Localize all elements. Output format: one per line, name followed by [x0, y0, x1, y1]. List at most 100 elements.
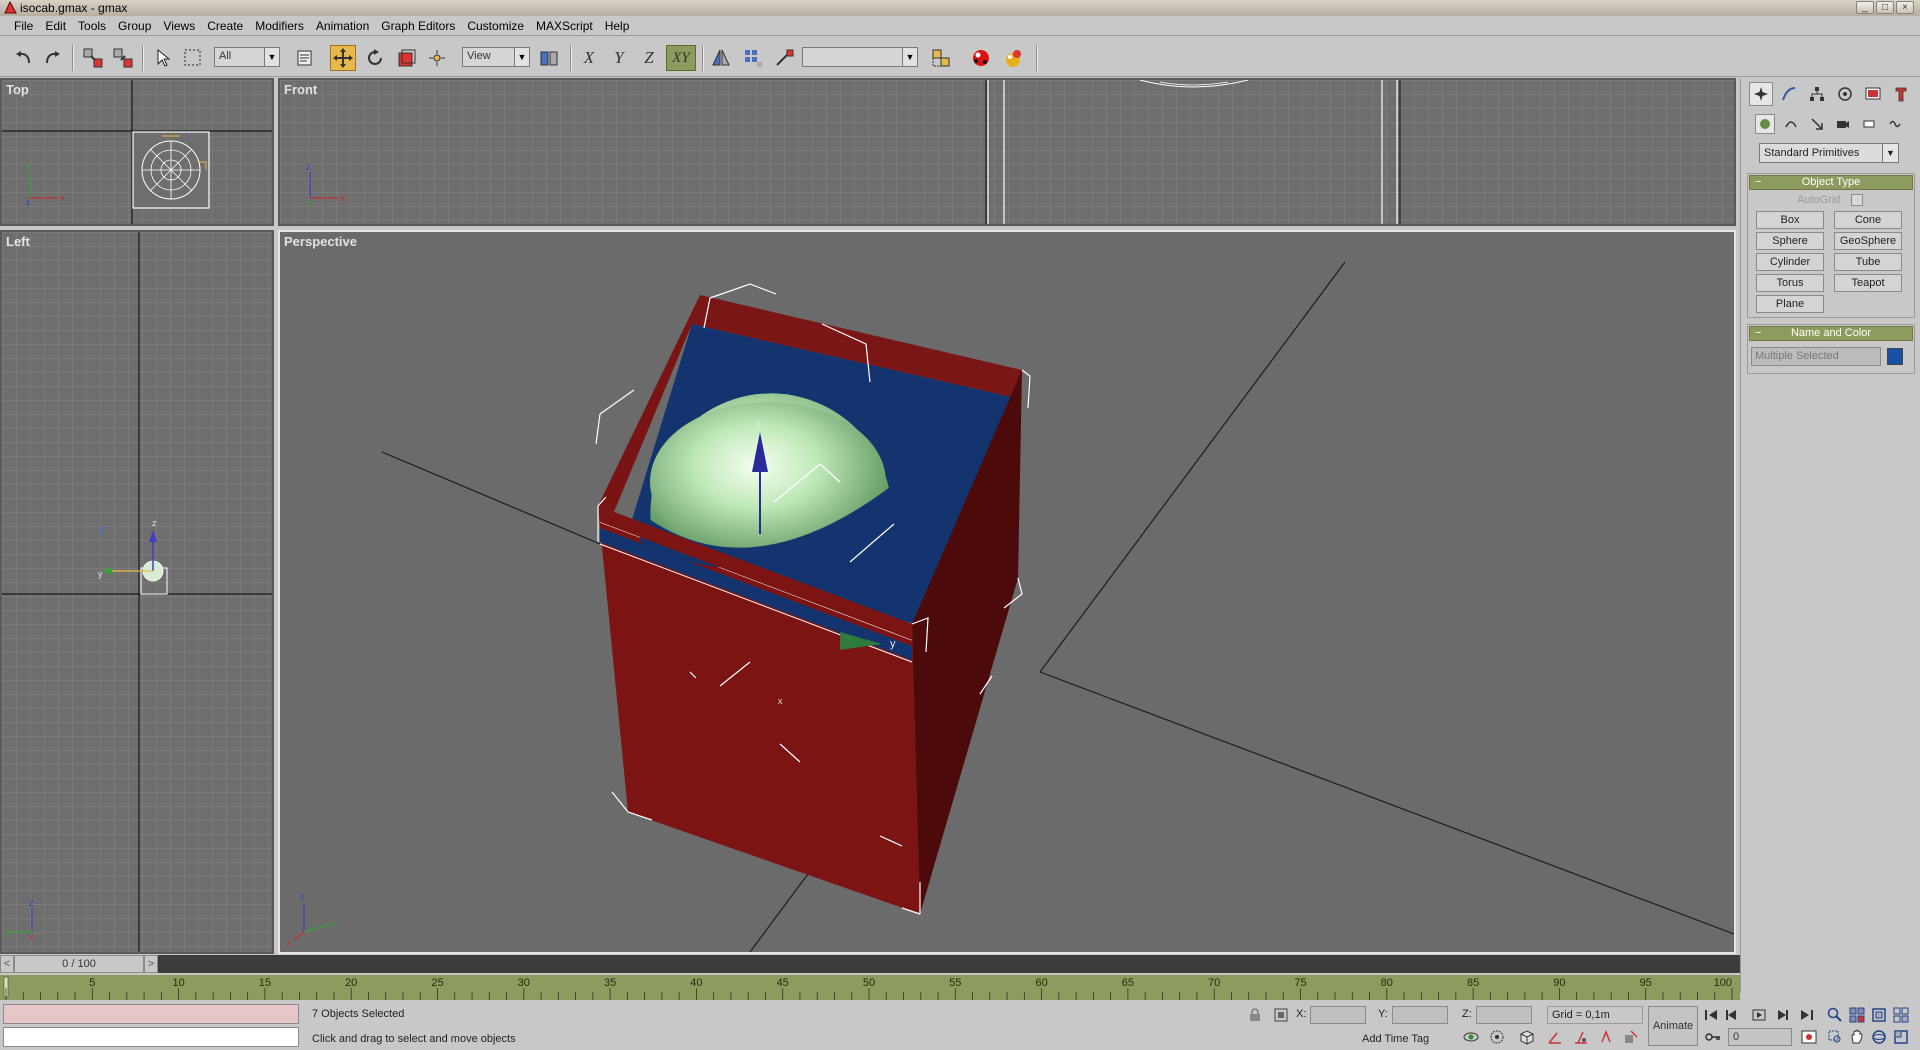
- chevron-left-icon[interactable]: <: [0, 955, 14, 973]
- menu-help[interactable]: Help: [599, 19, 636, 33]
- y-coordinate-field[interactable]: [1392, 1006, 1448, 1024]
- min-max-toggle-icon[interactable]: [1892, 1028, 1910, 1046]
- create-cone-button[interactable]: Cone: [1834, 211, 1902, 229]
- menu-tools[interactable]: Tools: [72, 19, 112, 33]
- create-geosphere-button[interactable]: GeoSphere: [1834, 232, 1902, 250]
- restrict-to-z-button[interactable]: Z: [636, 45, 662, 71]
- region-zoom-icon[interactable]: [1826, 1028, 1844, 1046]
- viewport-top[interactable]: Top y x z: [0, 78, 274, 226]
- close-button[interactable]: ×: [1896, 1, 1914, 14]
- shapes-category-icon[interactable]: [1781, 114, 1801, 134]
- arc-rotate-icon[interactable]: [1870, 1028, 1888, 1046]
- key-mode-icon[interactable]: [1704, 1028, 1722, 1046]
- percent-snap-icon[interactable]: [1572, 1028, 1590, 1046]
- cameras-category-icon[interactable]: [1833, 114, 1853, 134]
- go-to-start-icon[interactable]: [1702, 1006, 1720, 1024]
- lights-category-icon[interactable]: [1807, 114, 1827, 134]
- menu-file[interactable]: File: [8, 19, 39, 33]
- next-frame-icon[interactable]: [1774, 1006, 1792, 1024]
- edit-named-selection-icon[interactable]: [1622, 1028, 1640, 1046]
- menu-modifiers[interactable]: Modifiers: [249, 19, 310, 33]
- unlink-selection-icon[interactable]: [110, 45, 136, 71]
- zoom-all-icon[interactable]: [1848, 1006, 1866, 1024]
- time-slider[interactable]: < 0 / 100 >: [0, 955, 1740, 973]
- helpers-category-icon[interactable]: [1859, 114, 1879, 134]
- reference-coordinate-dropdown[interactable]: View ▼: [462, 47, 530, 67]
- chevron-right-icon[interactable]: >: [144, 955, 158, 973]
- go-to-end-icon[interactable]: [1798, 1006, 1816, 1024]
- quick-render-icon[interactable]: [1000, 45, 1026, 71]
- menu-group[interactable]: Group: [112, 19, 157, 33]
- angle-snap-icon[interactable]: [1546, 1028, 1564, 1046]
- time-slider-thumb[interactable]: 0 / 100: [14, 955, 144, 973]
- viewport-front[interactable]: Front z x y: [278, 78, 1736, 226]
- maxscript-listener-input[interactable]: [3, 1027, 299, 1047]
- create-torus-button[interactable]: Torus: [1756, 274, 1824, 292]
- menu-graph-editors[interactable]: Graph Editors: [375, 19, 461, 33]
- redo-icon[interactable]: [40, 45, 66, 71]
- animate-button[interactable]: Animate: [1648, 1006, 1698, 1046]
- cube-icon[interactable]: [1518, 1028, 1536, 1046]
- restrict-to-x-button[interactable]: X: [576, 45, 602, 71]
- maxscript-listener-output[interactable]: [3, 1004, 299, 1024]
- select-and-link-icon[interactable]: [80, 45, 106, 71]
- create-cylinder-button[interactable]: Cylinder: [1756, 253, 1824, 271]
- select-and-scale-icon[interactable]: [394, 45, 420, 71]
- create-teapot-button[interactable]: Teapot: [1834, 274, 1902, 292]
- hierarchy-panel-tab-icon[interactable]: [1805, 82, 1829, 106]
- transform-center-icon[interactable]: [536, 45, 562, 71]
- menu-create[interactable]: Create: [201, 19, 249, 33]
- minimize-button[interactable]: _: [1856, 1, 1874, 14]
- select-and-move-icon[interactable]: [330, 45, 356, 71]
- object-name-field[interactable]: Multiple Selected: [1751, 347, 1881, 366]
- restrict-to-xy-button[interactable]: XY: [666, 45, 696, 71]
- orbit-icon[interactable]: [1462, 1028, 1480, 1046]
- layers-icon[interactable]: [928, 45, 954, 71]
- menu-edit[interactable]: Edit: [39, 19, 72, 33]
- mirror-icon[interactable]: [708, 45, 734, 71]
- add-time-tag[interactable]: Add Time Tag: [1362, 1033, 1429, 1045]
- pan-hand-icon[interactable]: [1848, 1028, 1866, 1046]
- previous-frame-icon[interactable]: [1722, 1006, 1740, 1024]
- select-by-name-icon[interactable]: [292, 45, 318, 71]
- select-and-rotate-icon[interactable]: [362, 45, 388, 71]
- create-panel-tab-icon[interactable]: [1749, 82, 1773, 106]
- absolute-mode-icon[interactable]: [1272, 1006, 1290, 1024]
- display-panel-tab-icon[interactable]: [1861, 82, 1885, 106]
- object-color-swatch[interactable]: [1887, 348, 1903, 365]
- modify-panel-tab-icon[interactable]: [1777, 82, 1801, 106]
- zoom-icon[interactable]: [1826, 1006, 1844, 1024]
- name-and-color-rollout-header[interactable]: − Name and Color: [1749, 326, 1913, 341]
- menu-customize[interactable]: Customize: [461, 19, 530, 33]
- undo-icon[interactable]: [10, 45, 36, 71]
- space-warps-category-icon[interactable]: [1885, 114, 1905, 134]
- restrict-to-y-button[interactable]: Y: [606, 45, 632, 71]
- autogrid-checkbox[interactable]: [1851, 194, 1863, 206]
- viewport-left[interactable]: Left z y z y x: [0, 230, 274, 954]
- zoom-extents-icon[interactable]: [1870, 1006, 1888, 1024]
- motion-panel-tab-icon[interactable]: [1833, 82, 1857, 106]
- primitive-category-dropdown[interactable]: Standard Primitives ▼: [1759, 143, 1899, 163]
- material-editor-icon[interactable]: [968, 45, 994, 71]
- create-sphere-button[interactable]: Sphere: [1756, 232, 1824, 250]
- x-coordinate-field[interactable]: [1310, 1006, 1366, 1024]
- menu-maxscript[interactable]: MAXScript: [530, 19, 599, 33]
- zoom-extents-all-icon[interactable]: [1892, 1006, 1910, 1024]
- rectangular-selection-icon[interactable]: [180, 45, 206, 71]
- geometry-category-icon[interactable]: [1755, 114, 1775, 134]
- named-selection-sets-dropdown[interactable]: ▼: [802, 47, 918, 67]
- selection-filter-dropdown[interactable]: All ▼: [214, 47, 280, 67]
- maximize-button[interactable]: □: [1876, 1, 1894, 14]
- z-coordinate-field[interactable]: [1476, 1006, 1532, 1024]
- select-object-icon[interactable]: [150, 45, 176, 71]
- object-type-rollout-header[interactable]: − Object Type: [1749, 175, 1913, 190]
- selection-lock-icon[interactable]: [1246, 1006, 1264, 1024]
- spinner-snap-icon[interactable]: [1598, 1028, 1616, 1046]
- time-configuration-icon[interactable]: [1800, 1028, 1818, 1046]
- menu-animation[interactable]: Animation: [310, 19, 375, 33]
- create-plane-button[interactable]: Plane: [1756, 295, 1824, 313]
- utilities-panel-tab-icon[interactable]: [1889, 82, 1913, 106]
- menu-views[interactable]: Views: [157, 19, 201, 33]
- use-pivot-center-icon[interactable]: [424, 45, 450, 71]
- current-frame-field[interactable]: 0: [1728, 1028, 1792, 1046]
